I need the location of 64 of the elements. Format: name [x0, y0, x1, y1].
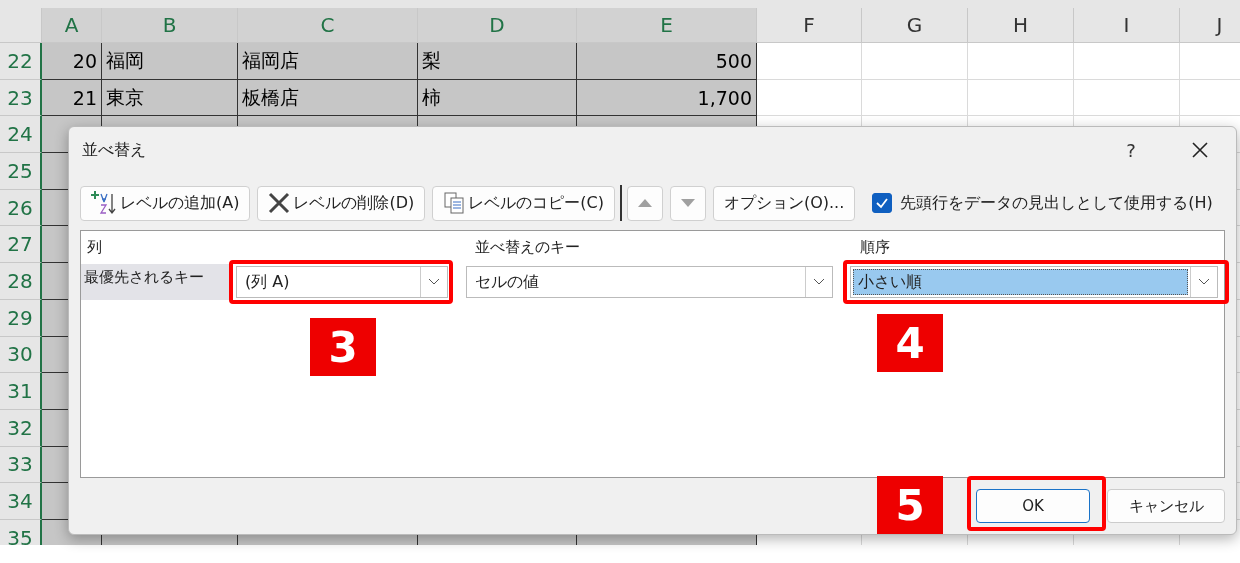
row-header[interactable]: 35	[0, 519, 42, 545]
close-icon[interactable]	[1191, 141, 1209, 159]
window-title: 並べ替え	[81, 139, 147, 161]
copy-icon	[443, 192, 466, 214]
triangle-up-icon	[637, 199, 652, 207]
add-level-button[interactable]: レベルの追加(A)	[80, 185, 251, 221]
step-number: 4	[877, 314, 943, 372]
table-cell: 東京	[102, 79, 238, 117]
ok-button[interactable]: OK	[976, 489, 1090, 523]
row-header[interactable]: 30	[0, 336, 42, 374]
row-header[interactable]: 23	[0, 79, 42, 117]
table-cell: 梨	[418, 43, 577, 80]
column-header[interactable]: F	[757, 8, 862, 43]
row-header[interactable]: 34	[0, 483, 42, 520]
sort-add-icon	[91, 190, 117, 216]
row-header[interactable]: 27	[0, 226, 42, 264]
column-header[interactable]: J	[1180, 8, 1240, 43]
table-cell: 500	[577, 43, 757, 80]
row-header[interactable]: 22	[0, 43, 42, 80]
row-header[interactable]: 32	[0, 409, 42, 447]
chevron-down-icon	[813, 278, 825, 286]
row-header[interactable]: 29	[0, 299, 42, 337]
column-header[interactable]: C	[238, 8, 418, 43]
table-cell: 1,700	[577, 79, 757, 117]
checkbox[interactable]	[872, 193, 893, 213]
column-header[interactable]: I	[1074, 8, 1180, 43]
row-header[interactable]: 24	[0, 116, 42, 154]
sort-key-dropdown[interactable]: セルの値	[466, 266, 833, 298]
level-label[interactable]: 最優先されるキー	[81, 264, 231, 300]
cancel-button[interactable]: キャンセル	[1107, 489, 1225, 523]
table-cell: 20	[42, 43, 102, 80]
table-cell: 柿	[418, 79, 577, 117]
delete-icon	[268, 192, 291, 214]
step-number: 5	[877, 476, 943, 534]
delete-level-button[interactable]: レベルの削除(D)	[257, 185, 426, 221]
chevron-down-icon	[1198, 278, 1210, 286]
row-header[interactable]: 33	[0, 446, 42, 484]
column-header[interactable]: A	[42, 8, 102, 43]
chevron-down-icon	[428, 278, 440, 286]
order-dropdown[interactable]: 小さい順	[850, 266, 1218, 298]
copy-level-button[interactable]: レベルのコピー(C)	[432, 185, 615, 221]
check-icon	[875, 196, 890, 210]
table-cell: 福岡店	[238, 43, 418, 80]
step-number: 3	[310, 318, 376, 376]
column-header[interactable]: H	[968, 8, 1074, 43]
column-header[interactable]: E	[577, 8, 757, 43]
table-cell: 福岡	[102, 43, 238, 80]
column-dropdown[interactable]: (列 A)	[236, 266, 448, 298]
column-header[interactable]: D	[418, 8, 577, 43]
triangle-down-icon	[680, 199, 695, 207]
help-button[interactable]: ?	[1111, 138, 1151, 162]
column-header[interactable]: G	[862, 8, 968, 43]
select-all-corner[interactable]	[0, 8, 42, 43]
row-header[interactable]: 25	[0, 153, 42, 190]
column-heading: 並べ替えのキー	[475, 238, 581, 257]
column-header[interactable]: B	[102, 8, 238, 43]
column-heading: 順序	[860, 238, 890, 257]
column-heading: 列	[86, 238, 103, 257]
table-cell: 21	[42, 79, 102, 117]
row-header[interactable]: 26	[0, 189, 42, 227]
table-cell: 板橋店	[238, 79, 418, 117]
row-header[interactable]: 31	[0, 373, 42, 410]
row-header[interactable]: 28	[0, 263, 42, 300]
options-button[interactable]: オプション(O)...	[712, 185, 856, 221]
